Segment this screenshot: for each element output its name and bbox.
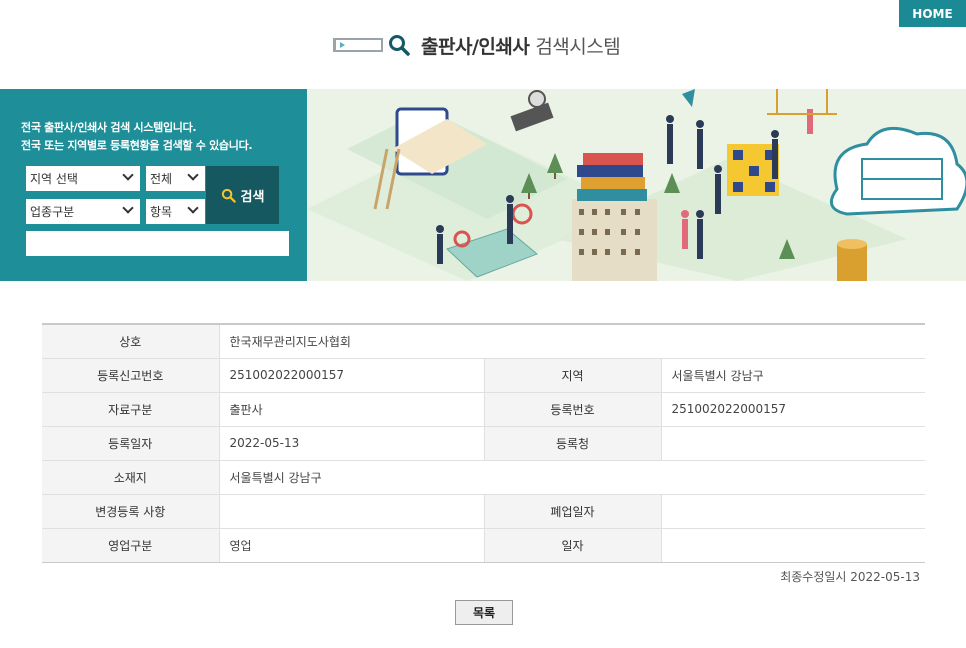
field-label: 상호 (42, 324, 220, 359)
field-label: 폐업일자 (484, 494, 662, 529)
intro-line-1: 전국 출판사/인쇄사 검색 시스템입니다. (21, 121, 197, 134)
region-select[interactable]: 지역 선택 (26, 166, 140, 191)
keyword-input[interactable] (26, 231, 289, 256)
field-label: 등록신고번호 (42, 358, 220, 393)
field-label: 등록번호 (484, 392, 662, 427)
search-intro: 전국 출판사/인쇄사 검색 시스템입니다. 전국 또는 지역별로 등록현황을 검… (21, 119, 253, 155)
field-select-value: 항목 (150, 205, 173, 219)
page-title-bold: 출판사/인쇄사 (421, 35, 530, 58)
chevron-down-icon (187, 202, 199, 214)
list-button[interactable]: 목록 (455, 600, 513, 625)
field-value (661, 426, 925, 461)
banner-illustration (307, 89, 966, 281)
table-row: 자료구분 출판사 등록번호 251002022000157 (42, 392, 925, 427)
chevron-down-icon (122, 169, 134, 181)
field-label: 자료구분 (42, 392, 220, 427)
field-label: 변경등록 사항 (42, 494, 220, 529)
site-logo[interactable]: 출판사/인쇄사 검색시스템 (333, 30, 621, 60)
book-icon (333, 38, 383, 52)
search-button-label: 검색 (240, 189, 265, 205)
table-row: 영업구분 영업 일자 (42, 528, 925, 563)
field-value: 영업 (219, 528, 485, 563)
business-type-value: 업종구분 (30, 205, 75, 219)
field-value: 출판사 (219, 392, 485, 427)
search-logo-icon (389, 35, 410, 56)
field-value: 서울특별시 강남구 (219, 460, 925, 495)
table-row: 변경등록 사항 폐업일자 (42, 494, 925, 529)
home-button[interactable]: HOME (899, 0, 966, 27)
search-icon (221, 188, 236, 203)
detail-table: 상호 한국재무관리지도사협회 등록신고번호 251002022000157 지역 서울특별… (42, 323, 925, 563)
field-value: 251002022000157 (219, 358, 485, 393)
field-select[interactable]: 항목 (146, 199, 205, 224)
search-banner: 전국 출판사/인쇄사 검색 시스템입니다. 전국 또는 지역별로 등록현황을 검… (0, 89, 966, 281)
field-value: 한국재무관리지도사협회 (219, 324, 925, 359)
scope-select-value: 전체 (150, 172, 173, 186)
field-label: 소재지 (42, 460, 220, 495)
table-row: 상호 한국재무관리지도사협회 (42, 324, 925, 359)
chevron-down-icon (122, 202, 134, 214)
table-row: 소재지 서울특별시 강남구 (42, 460, 925, 495)
field-value (661, 528, 925, 563)
field-label: 일자 (484, 528, 662, 563)
chevron-down-icon (187, 169, 199, 181)
region-select-value: 지역 선택 (30, 172, 78, 186)
table-row: 등록신고번호 251002022000157 지역 서울특별시 강남구 (42, 358, 925, 393)
business-type-select[interactable]: 업종구분 (26, 199, 140, 224)
table-row: 등록일자 2022-05-13 등록청 (42, 426, 925, 461)
search-button[interactable]: 검색 (206, 166, 279, 224)
intro-line-2: 전국 또는 지역별로 등록현황을 검색할 수 있습니다. (21, 139, 253, 152)
scope-select[interactable]: 전체 (146, 166, 205, 191)
last-updated: 최종수정일시 2022-05-13 (780, 570, 920, 584)
search-panel: 전국 출판사/인쇄사 검색 시스템입니다. 전국 또는 지역별로 등록현황을 검… (0, 89, 307, 281)
field-label: 지역 (484, 358, 662, 393)
field-label: 영업구분 (42, 528, 220, 563)
page-title-regular: 검색시스템 (535, 35, 621, 58)
field-value (219, 494, 485, 529)
field-value: 서울특별시 강남구 (661, 358, 925, 393)
field-value (661, 494, 925, 529)
field-value: 2022-05-13 (219, 426, 485, 461)
field-label: 등록일자 (42, 426, 220, 461)
field-label: 등록청 (484, 426, 662, 461)
field-value: 251002022000157 (661, 392, 925, 427)
